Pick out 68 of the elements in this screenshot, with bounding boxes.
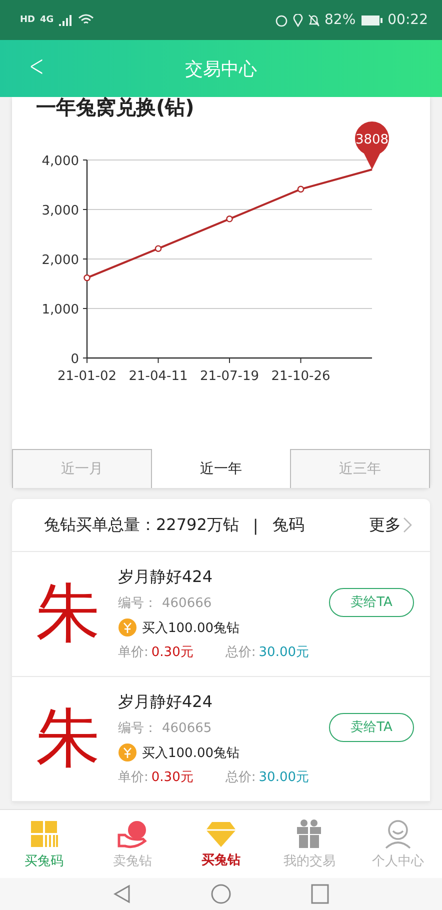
person-icon — [382, 818, 413, 848]
hand-coin-icon — [116, 818, 149, 848]
y-tick-label: 4,000 — [42, 154, 79, 169]
buy-amount: 买入100.00兔钻 — [142, 744, 240, 762]
battery-percent: 82% — [324, 12, 356, 28]
number-label: 编号： — [118, 720, 157, 737]
diamond-icon — [205, 820, 238, 848]
data-point — [154, 245, 162, 252]
home-circle-icon[interactable] — [211, 884, 231, 904]
total-price-label: 总价: — [225, 769, 256, 786]
user-name: 岁月静好424 — [118, 567, 214, 588]
data-point — [297, 186, 304, 193]
y-tick-label: 2,000 — [42, 253, 79, 268]
y-tick-label: 3,000 — [42, 204, 79, 218]
data-point — [226, 216, 233, 222]
battery-icon — [360, 14, 383, 26]
total-price: 30.00元 — [258, 644, 309, 661]
nav-item[interactable]: 卖兔钻 — [88, 810, 177, 878]
unit-price: 0.30元 — [151, 769, 194, 786]
location-icon — [292, 14, 303, 26]
number-label: 编号： — [118, 595, 157, 612]
unit-price: 0.30元 — [151, 644, 194, 661]
separator: | — [252, 516, 258, 534]
period-tab[interactable]: 近一月 — [12, 449, 152, 488]
pin-marker — [355, 122, 389, 170]
pin-label: 3808 — [355, 132, 389, 148]
total-price: 30.00元 — [258, 769, 309, 786]
unit-price-label: 单价: — [118, 644, 148, 661]
period-tab[interactable]: 近三年 — [290, 449, 430, 488]
nav-item[interactable]: 买兔码 — [0, 810, 88, 878]
x-tick-label: 21-07-19 — [200, 369, 259, 384]
x-tick-label: 21-04-11 — [128, 369, 188, 384]
order-number: 460666 — [162, 596, 212, 610]
coin-icon — [118, 618, 137, 637]
grid-icon — [29, 818, 60, 848]
order-number: 460665 — [162, 720, 212, 736]
back-triangle-icon[interactable] — [113, 884, 131, 904]
sell-button[interactable]: 卖给TA — [329, 712, 414, 742]
coin-icon — [118, 743, 137, 762]
hd-label: HD — [20, 15, 36, 25]
wifi-icon — [78, 14, 94, 26]
network-label: 4G — [40, 15, 54, 25]
clock-time: 00:22 — [388, 12, 428, 28]
code-label: 兔码 — [272, 514, 304, 536]
signal-icon — [58, 14, 73, 26]
back-button[interactable]: < — [26, 53, 47, 81]
page-title: 交易中心 — [185, 58, 257, 80]
unit-price-label: 单价: — [118, 769, 148, 786]
sell-button[interactable]: 卖给TA — [329, 588, 414, 616]
data-point — [84, 274, 90, 282]
x-tick-label: 21-01-02 — [58, 369, 116, 384]
avatar-character: 朱 — [36, 582, 101, 646]
buy-amount: 买入100.00兔钻 — [142, 620, 240, 636]
recent-square-icon[interactable] — [311, 884, 329, 904]
nav-item[interactable]: 买兔钻 — [176, 810, 266, 878]
x-tick-label: 21-10-26 — [271, 369, 330, 384]
y-tick-label: 0 — [70, 352, 79, 367]
nav-item[interactable]: 个人中心 — [354, 810, 442, 878]
gift-icon — [295, 818, 324, 848]
total-price-label: 总价: — [225, 644, 256, 661]
nav-item[interactable]: 我的交易 — [265, 810, 354, 878]
bell-off-icon — [308, 14, 320, 26]
order-summary: 兔钻买单总量：22792万钻 — [44, 514, 239, 536]
more-link[interactable]: 更多 — [369, 514, 412, 536]
avatar-character: 朱 — [36, 707, 101, 771]
chevron-right-icon — [403, 517, 412, 533]
user-name: 岁月静好424 — [118, 692, 214, 713]
y-tick-label: 1,000 — [42, 302, 79, 318]
